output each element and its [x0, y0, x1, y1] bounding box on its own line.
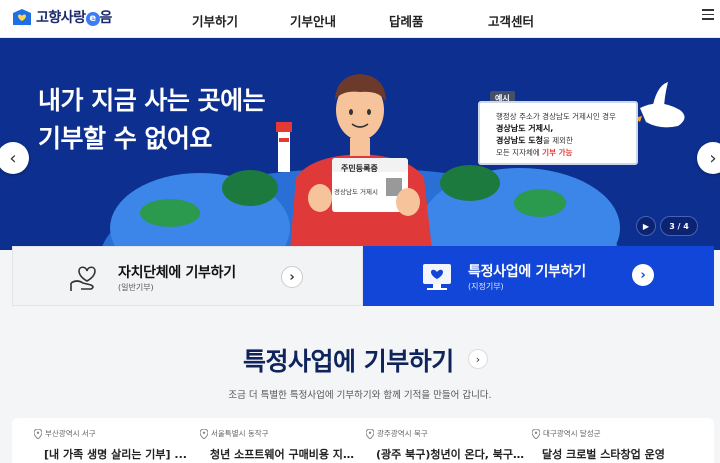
nav-item-donate[interactable]: 기부하기 — [192, 11, 238, 30]
location-pin-icon — [366, 428, 374, 439]
example-line1: 행정상 주소가 경상남도 거제시인 경우 — [496, 112, 616, 121]
list-item-location-row: 서울특별시 동작구 — [200, 428, 269, 439]
nav-item-gifts[interactable]: 답례품 — [389, 11, 424, 30]
card-title: 자치단체에 기부하기 — [118, 265, 236, 281]
card-title: 특정사업에 기부하기 — [468, 264, 586, 280]
project-section: 특정사업에 기부하기 › 조금 더 특별한 특정사업에 기부하기와 함께 기적을… — [0, 306, 720, 463]
location-pin-icon — [34, 428, 42, 439]
example-line3a: 경상남도 도청 — [496, 136, 543, 145]
location-pin-icon — [532, 428, 540, 439]
play-icon[interactable]: ▶ — [636, 216, 656, 236]
list-item-title: [내 가족 생명 살리는 기부] ... — [44, 448, 187, 461]
list-item[interactable]: 광주광역시 북구 (광주 북구)청년이 온다, 북구 ... — [366, 418, 526, 463]
example-line4b: 기부 가능 — [542, 148, 573, 157]
location-pin-icon — [200, 428, 208, 439]
logo-text: 고향사랑 e 음 — [36, 10, 112, 26]
nav-item-support[interactable]: 고객센터 — [488, 11, 534, 30]
list-item-title: 청년 소프트웨어 구매비용 지원... — [210, 448, 360, 461]
id-card-label: 주민등록증 — [341, 164, 378, 173]
example-line3b: 을 제외한 — [542, 136, 573, 145]
site-logo[interactable]: 고향사랑 e 음 — [12, 7, 112, 27]
banner-title: 내가 지금 사는 곳에는 기부할 수 없어요 — [38, 82, 266, 158]
list-item-location-row: 광주광역시 북구 — [366, 428, 428, 439]
donate-local-gov-card[interactable]: 자치단체에 기부하기 (일반기부) › — [12, 246, 363, 306]
list-item[interactable]: 서울특별시 동작구 청년 소프트웨어 구매비용 지원... — [200, 418, 360, 463]
list-item[interactable]: 대구광역시 달성군 달성 크로벌 스타창업 운영 — [532, 418, 692, 463]
list-item-location: 서울특별시 동작구 — [211, 429, 269, 438]
example-line4a: 모든 지자체에 — [496, 148, 543, 157]
list-item-location: 대구광역시 달성군 — [543, 429, 601, 438]
chevron-right-icon[interactable]: › — [468, 349, 488, 369]
banner-title-line1: 내가 지금 사는 곳에는 — [38, 86, 266, 115]
list-item-location: 광주광역시 북구 — [377, 429, 428, 438]
nav-item-guide[interactable]: 기부안내 — [290, 11, 336, 30]
section-description: 조금 더 특별한 특정사업에 기부하기와 함께 기적을 만들어 갑니다. — [228, 390, 492, 401]
banner-title-line2: 기부할 수 없어요 — [38, 124, 212, 153]
card-subtitle: (지정기부) — [468, 282, 504, 291]
example-line2: 경상남도 거제시, — [496, 124, 554, 133]
heart-hand-icon — [70, 266, 96, 291]
list-item-location-row: 대구광역시 달성군 — [532, 428, 601, 439]
id-card-region: 경상남도 거제시 — [334, 188, 378, 196]
list-item[interactable]: 부산광역시 서구 [내 가족 생명 살리는 기부] ... — [34, 418, 194, 463]
top-header: 고향사랑 e 음 기부하기 기부안내 답례품 고객센터 — [0, 0, 720, 38]
chevron-right-icon[interactable]: › — [281, 266, 303, 288]
card-subtitle: (일반기부) — [118, 283, 154, 292]
slide-page-indicator: 3 / 4 — [660, 216, 698, 236]
list-item-title: 달성 크로벌 스타창업 운영 — [542, 448, 665, 461]
donate-project-card[interactable]: 특정사업에 기부하기 (지정기부) › — [363, 246, 714, 306]
section-title: 특정사업에 기부하기 — [243, 347, 454, 376]
example-callout: 행정상 주소가 경상남도 거제시인 경우 경상남도 거제시, 경상남도 도청을 … — [478, 101, 638, 165]
logo-icon — [13, 9, 31, 25]
project-list: 부산광역시 서구 [내 가족 생명 살리는 기부] ... 서울특별시 동작구 … — [12, 418, 714, 463]
hero-banner: 내가 지금 사는 곳에는 기부할 수 없어요 주민등록증 경상남도 거제시 예시… — [0, 38, 720, 250]
list-item-location: 부산광역시 서구 — [45, 429, 96, 438]
logo-e-mark: e — [85, 12, 100, 26]
chevron-right-icon[interactable]: › — [632, 264, 654, 286]
list-item-location-row: 부산광역시 서구 — [34, 428, 96, 439]
project-icon — [423, 264, 451, 290]
hamburger-icon[interactable] — [702, 9, 714, 21]
list-item-title: (광주 북구)청년이 온다, 북구 ... — [376, 448, 526, 461]
